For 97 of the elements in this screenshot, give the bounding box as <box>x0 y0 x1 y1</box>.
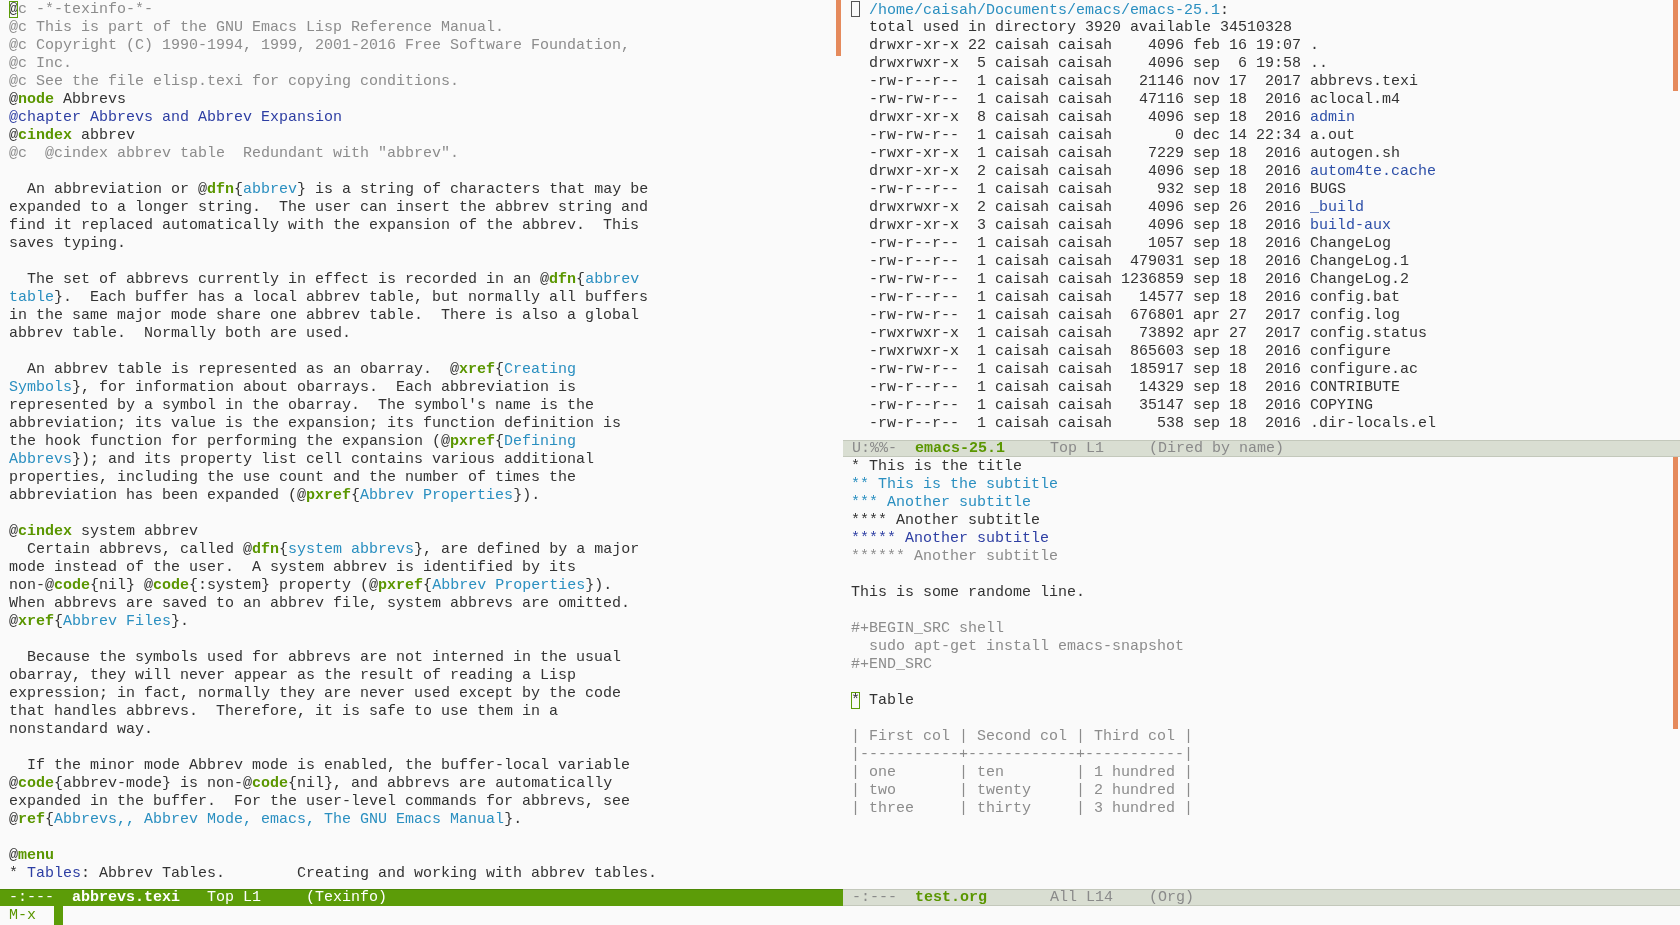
buffer-name: test.org <box>915 890 988 905</box>
buffer-name: emacs-25.1 <box>915 441 1006 456</box>
source-line: An abbrev table is represented as an obarray. @xref{Creating <box>26 361 577 379</box>
file-row[interactable]: -rw-r--r-- 1 caisah caisah 1057 sep 18 2016 ChangeLog <box>851 235 1392 253</box>
org-line: sudo apt-get install emacs-snapshot <box>868 638 1185 656</box>
source-line: non-@code{nil} @code{:system} property (@pxref{Abbrev Properties}). <box>9 577 613 595</box>
source-line: @c See the file elisp.texi for copying conditions. <box>9 73 460 91</box>
source-line: When abbrevs are saved to an abbrev file, system abbrevs are omitted. <box>9 595 631 613</box>
source-line: @cindex abbrev <box>9 127 136 145</box>
source-line: @c Inc. <box>9 55 72 73</box>
file-row[interactable]: -rw-r--r-- 1 caisah caisah 479031 sep 18 2016 ChangeLog.1 <box>851 253 1410 271</box>
scrollbar-thumb[interactable] <box>1673 457 1678 729</box>
source-line: obarray, they will never appear as the result of reading a Lisp <box>9 667 577 685</box>
file-row[interactable]: drwxr-xr-x 3 caisah caisah 4096 sep 18 2016 build-aux <box>851 217 1392 235</box>
cursor-position: Top L1 <box>1050 441 1106 456</box>
file-row[interactable]: -rw-rw-r-- 1 caisah caisah 676801 apr 27 2017 config.log <box>851 307 1401 325</box>
source-line: @c @cindex abbrev table Redundant with "abbrev". <box>9 145 460 163</box>
cursor-position: Top L1 <box>207 890 263 906</box>
file-row[interactable]: -rwxrwxr-x 1 caisah caisah 73892 apr 27 2017 config.status <box>851 325 1428 343</box>
source-line: nonstandard way. <box>9 721 154 739</box>
org-line: | two | twenty | 2 hundred | <box>851 782 1194 800</box>
source-line: properties, including the use count and the number of times the <box>9 469 577 487</box>
source-line: abbreviation; its value is the expansion; its function definition is <box>9 415 622 433</box>
directory-total: total used in directory 3920 available 34510328 <box>868 19 1293 37</box>
source-line: Symbols}, for information about obarrays. Each abbreviation is <box>9 379 577 397</box>
source-line: abbreviation has been expanded (@pxref{Abbrev Properties}). <box>9 487 541 505</box>
source-line: the hook function for performing the expansion (@pxref{Defining <box>9 433 577 451</box>
file-row[interactable]: -rw-rw-r-- 1 caisah caisah 0 dec 14 22:34 a.out <box>851 127 1356 145</box>
source-line: table}. Each buffer has a local abbrev table, but normally all buffers <box>9 289 649 307</box>
source-line: * Tables: Abbrev Tables. Creating and working with abbrev tables. <box>9 865 658 883</box>
source-line: @c Copyright (C) 1990-1994, 1999, 2001-2016 Free Software Foundation, <box>9 37 631 55</box>
buffer-name: abbrevs.texi <box>72 890 182 906</box>
file-row[interactable]: -rw-rw-r-- 1 caisah caisah 47116 sep 18 2016 aclocal.m4 <box>851 91 1401 109</box>
source-line: The set of abbrevs currently in effect is recorded in an @dfn{abbrev <box>26 271 640 289</box>
source-line: Because the symbols used for abbrevs are not interned in the usual <box>26 649 622 667</box>
org-line: **** Another subtitle <box>851 512 1041 530</box>
file-row[interactable]: drwxr-xr-x 22 caisah caisah 4096 feb 16 19:07 . <box>851 37 1320 55</box>
file-row[interactable]: -rw-rw-r-- 1 caisah caisah 185917 sep 18 2016 configure.ac <box>851 361 1419 379</box>
org-line: ** This is the subtitle <box>851 476 1059 494</box>
org-line: This is some randome line. <box>851 584 1086 602</box>
source-line: @code{abbrev-mode} is non-@code{nil}, and abbrevs are automatically <box>9 775 613 793</box>
file-row[interactable]: -rw-rw-r-- 1 caisah caisah 1236859 sep 18 2016 ChangeLog.2 <box>851 271 1410 289</box>
org-line: ***** Another subtitle <box>851 530 1050 548</box>
org-line: |-----------+------------+-----------| <box>851 746 1194 764</box>
source-line: Abbrevs}); and its property list cell contains various additional <box>9 451 595 469</box>
file-row[interactable]: -rw-r--r-- 1 caisah caisah 14329 sep 18 2016 CONTRIBUTE <box>851 379 1401 397</box>
org-line: | First col | Second col | Third col | <box>851 728 1194 746</box>
source-line: in the same major mode share one abbrev table. There is also a global <box>9 307 640 325</box>
file-row[interactable]: -rw-r--r-- 1 caisah caisah 35147 sep 18 2016 COPYING <box>851 397 1374 415</box>
source-line: @node Abbrevs <box>9 91 127 109</box>
major-mode: (Texinfo) <box>306 890 388 906</box>
source-line: @ref{Abbrevs,, Abbrev Mode, emacs, The GNU Emacs Manual}. <box>9 811 523 829</box>
source-line: @chapter Abbrevs and Abbrev Expansion <box>9 109 343 127</box>
source-line: expression; in fact, normally they are never used except by the code <box>9 685 622 703</box>
source-line: Certain abbrevs, called @dfn{system abbrevs}, are defined by a major <box>26 541 640 559</box>
file-row[interactable]: -rw-r--r-- 1 caisah caisah 21146 nov 17 2017 abbrevs.texi <box>851 73 1419 91</box>
source-line: abbrev table. Normally both are used. <box>9 325 352 343</box>
minibuffer-prompt: M-x <box>9 907 36 924</box>
modified-status: U:%%- <box>852 441 898 456</box>
source-line: represented by a symbol in the obarray. The symbol's name is the <box>9 397 595 415</box>
modified-status: -:--- <box>9 890 55 906</box>
modified-status: -:--- <box>852 890 898 905</box>
org-line: #+END_SRC <box>851 656 932 674</box>
source-line: An abbreviation or @dfn{abbrev} is a string of characters that may be <box>26 181 649 199</box>
org-line: | three | thirty | 3 hundred | <box>851 800 1194 818</box>
major-mode: (Org) <box>1149 890 1195 905</box>
major-mode: (Dired by name) <box>1149 441 1285 456</box>
source-line: @menu <box>9 847 55 865</box>
source-line: saves typing. <box>9 235 127 253</box>
source-line: expanded to a longer string. The user can insert the abbrev string and <box>9 199 649 217</box>
file-row[interactable]: -rw-r--r-- 1 caisah caisah 538 sep 18 2016 .dir-locals.el <box>851 415 1437 433</box>
file-row[interactable]: -rw-r--r-- 1 caisah caisah 932 sep 18 2016 BUGS <box>851 181 1347 199</box>
file-row[interactable]: drwxrwxr-x 5 caisah caisah 4096 sep 6 19:58 .. <box>851 55 1329 73</box>
org-line: #+BEGIN_SRC shell <box>851 620 1005 638</box>
org-line: | one | ten | 1 hundred | <box>851 764 1194 782</box>
file-row[interactable]: -rwxr-xr-x 1 caisah caisah 7229 sep 18 2016 autogen.sh <box>851 145 1401 163</box>
directory-header: /home/caisah/Documents/emacs/emacs-25.1: <box>851 1 1230 19</box>
source-line: find it replaced automatically with the expansion of the abbrev. This <box>9 217 640 235</box>
file-row[interactable]: drwxr-xr-x 2 caisah caisah 4096 sep 18 2016 autom4te.cache <box>851 163 1437 181</box>
file-row[interactable]: -rw-r--r-- 1 caisah caisah 14577 sep 18 2016 config.bat <box>851 289 1401 307</box>
org-line: * Table <box>851 692 915 710</box>
scrollbar-thumb[interactable] <box>836 0 841 56</box>
source-line: @cindex system abbrev <box>9 523 199 541</box>
source-line: @c This is part of the GNU Emacs Lisp Reference Manual. <box>9 19 505 37</box>
source-line: that handles abbrevs. Therefore, it is safe to use them in a <box>9 703 559 721</box>
org-line: *** Another subtitle <box>851 494 1032 512</box>
scrollbar-thumb[interactable] <box>1673 0 1678 91</box>
source-line: If the minor mode Abbrev mode is enabled, the buffer-local variable <box>26 757 631 775</box>
cursor-position: All L14 <box>1050 890 1115 905</box>
source-line: expanded in the buffer. For the user-level commands for abbrevs, see <box>9 793 631 811</box>
source-line: @xref{Abbrev Files}. <box>9 613 190 631</box>
org-line: * This is the title <box>851 458 1023 476</box>
file-row[interactable]: drwxrwxr-x 2 caisah caisah 4096 sep 26 2016 _build <box>851 199 1365 217</box>
org-line: ****** Another subtitle <box>851 548 1059 566</box>
file-row[interactable]: drwxr-xr-x 8 caisah caisah 4096 sep 18 2016 admin <box>851 109 1356 127</box>
source-line: mode instead of the user. A system abbrev is identified by its <box>9 559 577 577</box>
file-row[interactable]: -rwxrwxr-x 1 caisah caisah 865603 sep 18 2016 configure <box>851 343 1392 361</box>
